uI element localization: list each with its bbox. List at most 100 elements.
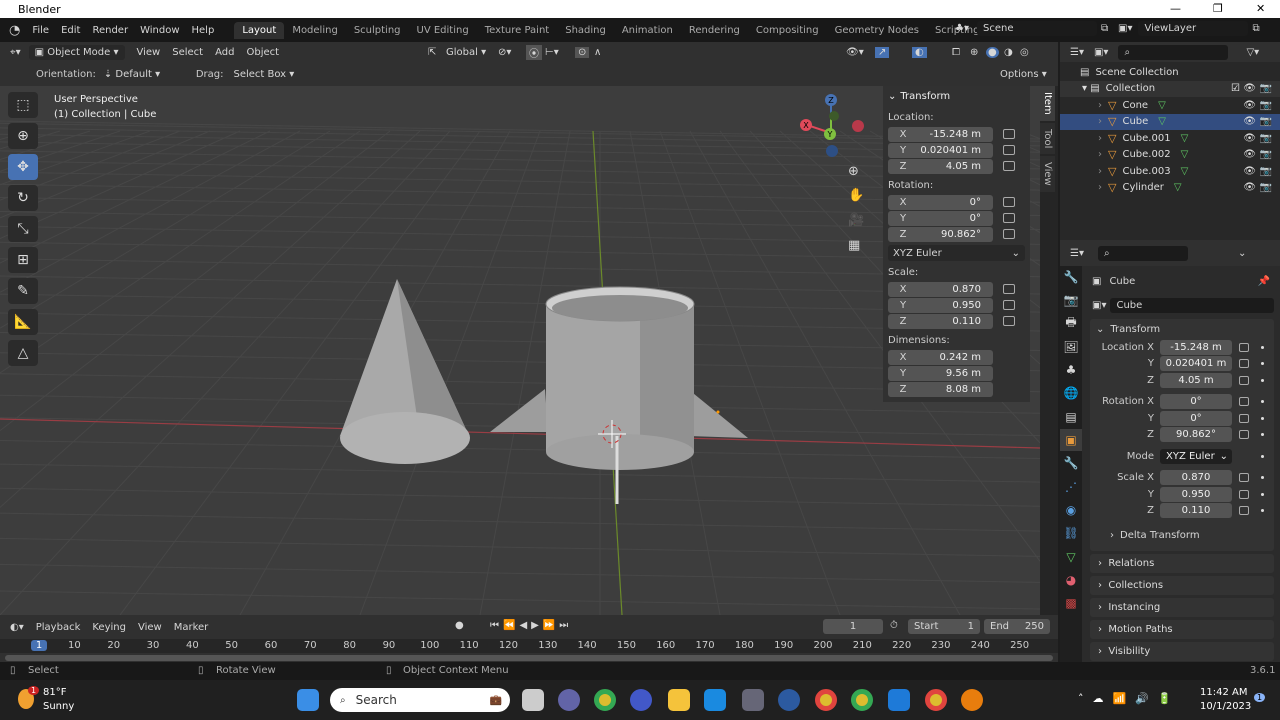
eye-icon[interactable]: 👁 [1243, 166, 1256, 177]
tool-tab-icon[interactable]: 🔧 [1060, 266, 1082, 288]
solid-shading-icon[interactable]: ● [986, 46, 999, 58]
location-y-field[interactable]: 0.020401 m [918, 142, 993, 158]
copilot-icon[interactable] [630, 689, 652, 711]
collapse-icon[interactable]: ⌄ [1096, 324, 1104, 335]
calculator-icon[interactable] [742, 689, 764, 711]
lock-icon[interactable] [1239, 342, 1249, 352]
eye-icon[interactable]: 👁 [1243, 100, 1256, 111]
c-app-icon[interactable] [888, 689, 910, 711]
eye-icon[interactable]: 👁 [1243, 182, 1256, 193]
blender-logo-icon[interactable]: ◔ [9, 23, 20, 38]
tab-modeling[interactable]: Modeling [284, 22, 346, 39]
zoom-icon[interactable]: ⊕ [848, 164, 859, 179]
tab-texture-paint[interactable]: Texture Paint [477, 22, 558, 39]
tab-tool[interactable]: Tool [1040, 122, 1055, 155]
rotation-field[interactable]: 0° [1160, 394, 1232, 410]
lock-icon[interactable] [1239, 397, 1249, 407]
lock-icon[interactable] [1003, 129, 1015, 139]
camera-view-icon[interactable]: 🎥 [848, 213, 864, 228]
render-tab-icon[interactable]: 📷 [1060, 289, 1082, 311]
menu-window[interactable]: Window [140, 25, 179, 36]
chrome-icon[interactable] [594, 689, 616, 711]
scale-tool-icon[interactable]: ⤡ [8, 216, 38, 242]
scale-field[interactable]: 0.870 [1160, 470, 1232, 486]
menu-render[interactable]: Render [92, 25, 128, 36]
mesh-data-icon[interactable]: ▽ [1174, 182, 1182, 193]
scene-selector[interactable]: Scene [976, 21, 1097, 36]
expand-icon[interactable]: › [1098, 100, 1102, 111]
rotation-z-field[interactable]: 90.862° [918, 226, 993, 242]
lock-icon[interactable] [1239, 359, 1249, 369]
particles-tab-icon[interactable]: ⋰ [1060, 476, 1082, 498]
mesh-data-icon[interactable]: ▽ [1181, 133, 1189, 144]
visibility-icon[interactable]: 👁▾ [846, 47, 864, 58]
menu-edit[interactable]: Edit [61, 25, 80, 36]
pivot-icon[interactable]: ⊘▾ [498, 47, 511, 58]
viewport-menu-view[interactable]: View [137, 47, 161, 58]
timeline-menu-playback[interactable]: Playback [36, 622, 81, 633]
timeline-menu-keying[interactable]: Keying [92, 622, 126, 633]
keyframe-dot-icon[interactable] [1261, 454, 1264, 458]
orientation-selector[interactable]: ⇣ Default ▾ [104, 69, 184, 80]
output-tab-icon[interactable]: 🖶 [1060, 313, 1082, 335]
timeline-editor-icon[interactable]: ◐▾ [10, 622, 24, 633]
snap-icon[interactable]: ⦿ [526, 44, 542, 60]
scene-tab-icon[interactable]: ♣ [1060, 359, 1082, 381]
rotation-x-field[interactable]: 0° [918, 194, 993, 210]
clock-date[interactable]: 10/1/2023 [1200, 701, 1251, 712]
options-chevron-icon[interactable]: ⌄ [1238, 248, 1246, 259]
outliner-item[interactable]: › ▽ Cylinder ▽ 👁 📷 [1060, 180, 1280, 197]
select-box-tool-icon[interactable]: ⬚ [8, 92, 38, 118]
display-mode-icon[interactable]: ☰▾ [1070, 47, 1084, 58]
scale-z-field[interactable]: 0.110 [918, 313, 993, 329]
modifier-tab-icon[interactable]: 🔧 [1060, 452, 1082, 474]
transform-orientation-selector[interactable]: Global ▾ [446, 47, 486, 58]
physics-tab-icon[interactable]: ◉ [1060, 499, 1082, 521]
camera-icon[interactable]: 📷 [1260, 133, 1272, 144]
move-tool-icon[interactable]: ✥ [8, 154, 38, 180]
lock-icon[interactable] [1239, 413, 1249, 423]
camera-icon[interactable]: 📷 [1260, 116, 1272, 127]
options-button[interactable]: Options ▾ [1000, 69, 1047, 80]
keyframe-dot-icon[interactable] [1261, 345, 1264, 349]
start-frame-field[interactable]: Start 1 [908, 619, 980, 634]
notification-badge[interactable]: 1 [1254, 693, 1266, 702]
dimensions-z-field[interactable]: 8.08 m [918, 381, 993, 397]
mesh-data-icon[interactable]: ▽ [1181, 166, 1189, 177]
blender-taskbar-icon[interactable] [961, 689, 983, 711]
rendered-shading-icon[interactable]: ◎ [1020, 47, 1029, 58]
mesh-data-icon[interactable]: ▽ [1181, 149, 1189, 160]
annotate-tool-icon[interactable]: ✎ [8, 278, 38, 304]
scale-field[interactable]: 0.950 [1160, 486, 1232, 502]
constraints-tab-icon[interactable]: ⛓ [1060, 522, 1082, 544]
rotation-field[interactable]: 90.862° [1160, 427, 1232, 443]
pan-hand-icon[interactable]: ✋ [848, 188, 864, 203]
expand-icon[interactable]: › [1098, 149, 1102, 160]
falloff-icon[interactable]: ∧ [594, 47, 601, 58]
dimensions-y-field[interactable]: 9.56 m [918, 365, 993, 381]
tab-item[interactable]: Item [1040, 86, 1055, 121]
dimensions-x-field[interactable]: 0.242 m [918, 349, 993, 365]
file-explorer-icon[interactable] [668, 689, 690, 711]
chrome-profile-icon[interactable] [925, 689, 947, 711]
material-tab-icon[interactable]: ◕ [1060, 569, 1082, 591]
rotation-mode-dropdown[interactable]: XYZ Euler ⌄ [1160, 448, 1232, 464]
editor-type-icon[interactable]: ☰▾ [1070, 248, 1084, 259]
lock-icon[interactable] [1003, 316, 1015, 326]
location-field[interactable]: 4.05 m [1160, 372, 1232, 388]
rotation-mode-selector[interactable]: XYZ Euler ⌄ [888, 245, 1025, 261]
expand-icon[interactable]: › [1098, 133, 1102, 144]
expand-icon[interactable]: › [1098, 182, 1102, 193]
object-tab-icon[interactable]: ▣ [1060, 429, 1082, 452]
properties-search-input[interactable]: ⌕ [1097, 245, 1188, 261]
new-view-layer-icon[interactable]: ⧉ [1252, 23, 1259, 34]
pin-icon[interactable]: 📌 [1258, 276, 1270, 287]
measure-tool-icon[interactable]: 📐 [8, 309, 38, 335]
collection-row[interactable]: ▾ ▤ Collection ☑ 👁 📷 [1060, 80, 1280, 97]
view-layer-icon[interactable]: ▣▾ [1118, 23, 1132, 34]
collection-tab-icon[interactable]: ▤ [1060, 406, 1082, 428]
world-tab-icon[interactable]: 🌐 [1060, 382, 1082, 404]
camera-icon[interactable]: 📷 [1260, 166, 1272, 177]
lock-icon[interactable] [1003, 197, 1015, 207]
viewport-menu-add[interactable]: Add [215, 47, 234, 58]
